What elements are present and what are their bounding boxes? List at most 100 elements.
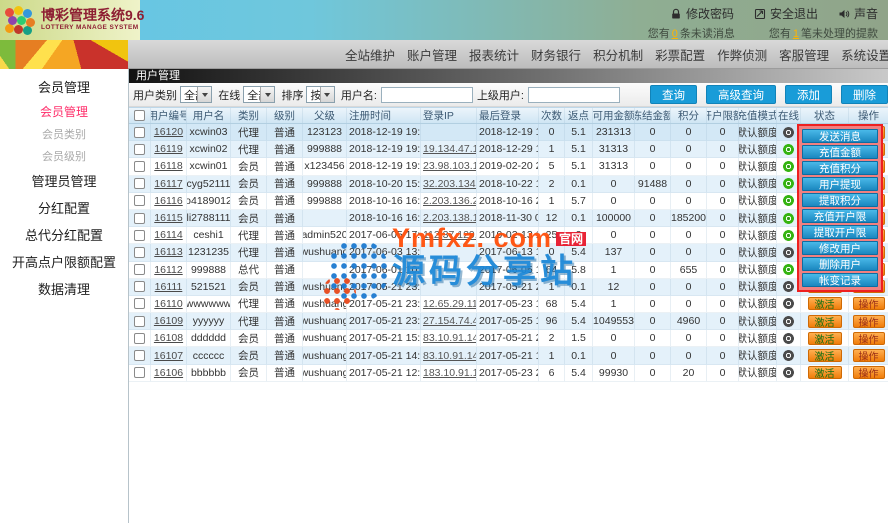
- sidebar-item-general-agent-dividend[interactable]: 总代分红配置: [0, 221, 128, 248]
- online-select[interactable]: 全部: [243, 86, 275, 103]
- user-id-link[interactable]: 16115: [154, 212, 182, 224]
- col-register-time[interactable]: 注册时间: [347, 108, 421, 123]
- nav-system-settings[interactable]: 系统设置: [841, 45, 888, 64]
- user-id-link[interactable]: 16117: [154, 178, 182, 190]
- row-checkbox[interactable]: [134, 316, 145, 327]
- user-id-link[interactable]: 16106: [154, 367, 183, 379]
- activate-button[interactable]: 激活: [808, 297, 842, 310]
- col-login-ip[interactable]: 登录IP: [421, 108, 477, 123]
- change-password-button[interactable]: 修改密码: [670, 5, 734, 22]
- activate-button[interactable]: 激活: [808, 349, 842, 362]
- row-checkbox[interactable]: [134, 367, 145, 378]
- user-id-link[interactable]: 16108: [154, 332, 183, 344]
- sidebar-item-admin-management[interactable]: 管理员管理: [0, 167, 128, 194]
- login-ip-link[interactable]: 83.10.91.14: [423, 350, 477, 362]
- row-checkbox[interactable]: [134, 144, 145, 155]
- row-checkbox[interactable]: [134, 298, 145, 309]
- col-operation[interactable]: 操作: [849, 108, 888, 123]
- sidebar-item-member-category[interactable]: 会员类别: [0, 123, 128, 145]
- nav-finance-bank[interactable]: 财务银行: [531, 45, 581, 64]
- col-status[interactable]: 状态: [801, 108, 849, 123]
- menu-item-delete-user[interactable]: 删除用户: [802, 257, 878, 271]
- user-id-link[interactable]: 16116: [154, 195, 182, 207]
- user-id-link[interactable]: 16111: [155, 281, 183, 293]
- login-ip-link[interactable]: 19.134.47.10: [423, 143, 477, 155]
- menu-item-recharge-points[interactable]: 充值积分: [802, 161, 878, 175]
- activate-button[interactable]: 激活: [808, 332, 842, 345]
- sidebar-item-member-level[interactable]: 会员级别: [0, 145, 128, 167]
- menu-item-recharge-amount[interactable]: 充值金额: [802, 145, 878, 159]
- nav-account-management[interactable]: 账户管理: [407, 45, 457, 64]
- user-id-link[interactable]: 16112: [154, 264, 182, 276]
- pending-count[interactable]: 1: [791, 28, 801, 40]
- safe-logout-button[interactable]: 安全退出: [754, 5, 818, 22]
- parent-user-input[interactable]: [528, 87, 620, 103]
- col-type[interactable]: 类别: [231, 108, 267, 123]
- nav-site-maintenance[interactable]: 全站维护: [345, 45, 395, 64]
- operate-button[interactable]: 操作: [853, 315, 885, 328]
- user-id-link[interactable]: 16114: [154, 229, 182, 241]
- login-ip-link[interactable]: 83.10.91.14: [423, 332, 477, 344]
- operate-button[interactable]: 操作: [853, 366, 885, 379]
- activate-button[interactable]: 激活: [808, 315, 842, 328]
- user-id-link[interactable]: 16107: [154, 350, 183, 362]
- login-ip-link[interactable]: 2.203.136.2: [423, 195, 477, 207]
- nav-report-statistics[interactable]: 报表统计: [469, 45, 519, 64]
- row-checkbox[interactable]: [134, 333, 145, 344]
- row-checkbox[interactable]: [134, 281, 145, 292]
- menu-item-account-change-log[interactable]: 帐变记录: [802, 273, 878, 287]
- row-checkbox[interactable]: [134, 161, 145, 172]
- menu-item-recharge-open-limit[interactable]: 充值开户限: [802, 209, 878, 223]
- row-checkbox[interactable]: [134, 213, 145, 224]
- col-user-id[interactable]: 用户编号: [151, 108, 187, 123]
- col-open-limit[interactable]: 开户限额: [707, 108, 739, 123]
- row-checkbox[interactable]: [134, 247, 145, 258]
- row-checkbox[interactable]: [134, 350, 145, 361]
- col-last-login[interactable]: 最后登录: [477, 108, 539, 123]
- sort-select[interactable]: 按注册时间: [306, 86, 334, 103]
- col-balance[interactable]: 可用金额: [593, 108, 635, 123]
- nav-points-mechanism[interactable]: 积分机制: [593, 45, 643, 64]
- menu-item-edit-user[interactable]: 修改用户: [802, 241, 878, 255]
- menu-item-send-message[interactable]: 发送消息: [802, 129, 878, 143]
- add-button[interactable]: 添加: [785, 85, 832, 104]
- activate-button[interactable]: 激活: [808, 366, 842, 379]
- operate-button[interactable]: 操作: [853, 297, 885, 310]
- row-checkbox[interactable]: [134, 230, 145, 241]
- operate-button[interactable]: 操作: [853, 332, 885, 345]
- login-ip-link[interactable]: 23.98.103.13: [423, 160, 477, 172]
- col-level[interactable]: 级别: [267, 108, 303, 123]
- row-checkbox[interactable]: [134, 264, 145, 275]
- user-id-link[interactable]: 16120: [154, 126, 183, 138]
- login-ip-link[interactable]: 183.10.91.16: [423, 367, 477, 379]
- nav-customer-service[interactable]: 客服管理: [779, 45, 829, 64]
- col-recharge-mode[interactable]: 充值模式: [739, 108, 777, 123]
- col-times[interactable]: 次数: [539, 108, 565, 123]
- unread-count[interactable]: 0: [670, 28, 680, 40]
- user-id-link[interactable]: 16113: [154, 246, 182, 258]
- nav-lottery-config[interactable]: 彩票配置: [655, 45, 705, 64]
- nav-cheat-detection[interactable]: 作弊侦测: [717, 45, 767, 64]
- col-rebate[interactable]: 返点: [565, 108, 593, 123]
- col-username[interactable]: 用户名: [187, 108, 231, 123]
- query-button[interactable]: 查询: [650, 85, 697, 104]
- user-id-link[interactable]: 16119: [154, 143, 182, 155]
- menu-item-withdraw-open-limit[interactable]: 提取开户限: [802, 225, 878, 239]
- col-points[interactable]: 积分: [671, 108, 707, 123]
- login-ip-link[interactable]: 2.203.138.1: [423, 212, 477, 224]
- sidebar-item-high-point-limit-config[interactable]: 开高点户限额配置: [0, 248, 128, 275]
- menu-item-user-withdraw[interactable]: 用户提现: [802, 177, 878, 191]
- row-checkbox[interactable]: [134, 178, 145, 189]
- user-id-link[interactable]: 16118: [154, 160, 182, 172]
- user-id-link[interactable]: 16109: [154, 315, 183, 327]
- sidebar-item-dividend-config[interactable]: 分红配置: [0, 194, 128, 221]
- operate-button[interactable]: 操作: [853, 349, 885, 362]
- login-ip-link[interactable]: 32.203.134.2: [423, 178, 477, 190]
- col-frozen[interactable]: 冻结金额: [635, 108, 671, 123]
- row-checkbox[interactable]: [134, 127, 145, 138]
- sidebar-item-data-cleanup[interactable]: 数据清理: [0, 275, 128, 302]
- sound-button[interactable]: 声音: [838, 5, 878, 22]
- user-type-select[interactable]: 全部: [180, 86, 212, 103]
- row-checkbox[interactable]: [134, 195, 145, 206]
- login-ip-link[interactable]: 112.37.129.5: [423, 229, 477, 241]
